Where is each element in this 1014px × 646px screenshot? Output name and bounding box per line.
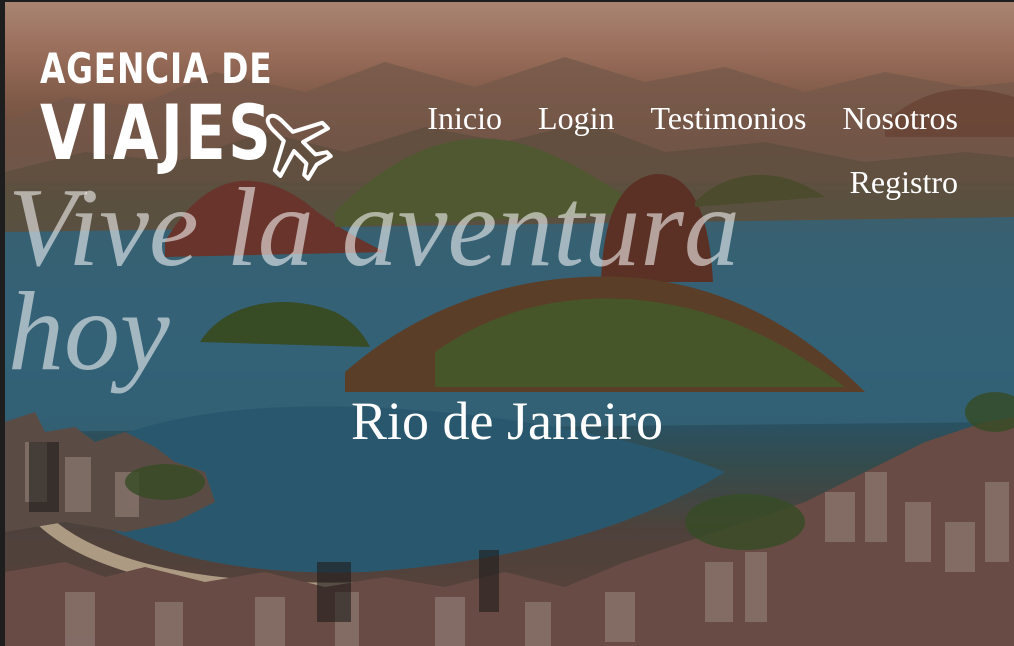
logo-text-line1: AGENCIA DE <box>40 44 273 93</box>
logo-text-line2: VIAJES <box>40 88 274 177</box>
hero-location-title: Rio de Janeiro <box>351 391 663 451</box>
agency-logo[interactable]: AGENCIA DE VIAJES <box>40 46 340 181</box>
nav-link-login[interactable]: Login <box>538 86 614 150</box>
nav-link-nosotros[interactable]: Nosotros <box>842 86 958 150</box>
nav-link-inicio[interactable]: Inicio <box>427 86 502 150</box>
page-frame: AGENCIA DE VIAJES Inicio Login Testimoni… <box>0 0 1014 646</box>
nav-link-testimonios[interactable]: Testimonios <box>650 86 806 150</box>
hero-headline: Vive la aventura hoy <box>8 166 740 394</box>
